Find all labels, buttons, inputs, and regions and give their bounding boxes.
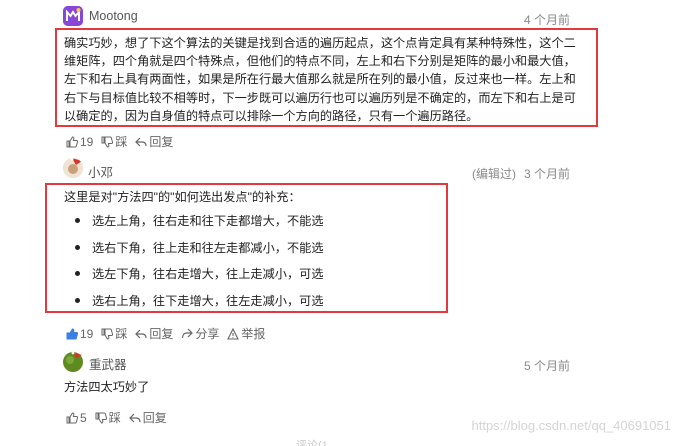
reply-icon xyxy=(135,137,147,146)
reply-button[interactable]: 回复 xyxy=(135,133,173,150)
comment-body: 确实巧妙，想了下这个算法的关键是找到合适的遍历起点，这个点肯定具有某种特殊性，这… xyxy=(64,36,576,123)
comment-time: 3 个月前 xyxy=(524,167,571,181)
reply-label: 回复 xyxy=(142,411,167,425)
reply-button[interactable]: 回复 xyxy=(135,325,173,342)
reply-button[interactable]: 回复 xyxy=(128,409,167,426)
list-item: 选右上角，往下走增大，往左走减小，可选 xyxy=(72,292,442,319)
reply-label: 回复 xyxy=(149,135,174,149)
comment-intro: 这里是对"方法四"的"如何选出发点"的补充： xyxy=(64,190,301,204)
comment-body: 方法四太巧妙了 xyxy=(64,380,150,394)
report-button[interactable]: 举报 xyxy=(227,325,265,342)
like-button[interactable]: 19 xyxy=(66,327,93,341)
like-count: 19 xyxy=(80,326,94,341)
avatar[interactable] xyxy=(63,351,83,372)
comment-username[interactable]: 重武器 xyxy=(89,354,127,373)
list-item: 选左下角，往右走增大，往上走减小，可选 xyxy=(72,265,442,292)
reply-icon xyxy=(128,413,141,422)
like-button[interactable]: 5 xyxy=(66,411,87,425)
comment-actions: 19 踩 回复 分享 举报 xyxy=(66,325,273,342)
watermark: https://blog.csdn.net/qq_40691051 xyxy=(471,418,672,433)
comment-actions: 5 踩 回复 xyxy=(66,409,175,426)
like-button[interactable]: 19 xyxy=(66,135,93,149)
bullet-list: 选左上角，往右走和往下走都增大，不能选 选右下角，往上走和往左走都减小，不能选 … xyxy=(72,212,442,318)
warning-icon xyxy=(227,327,240,340)
share-button[interactable]: 分享 xyxy=(181,325,219,342)
thumbs-up-icon xyxy=(66,411,78,423)
dislike-label: 踩 xyxy=(115,327,128,341)
reply-label: 回复 xyxy=(149,327,174,341)
comment-time: 4 个月前 xyxy=(524,13,571,27)
reply-icon xyxy=(135,329,147,338)
dislike-button[interactable]: 踩 xyxy=(95,409,121,426)
share-label: 分享 xyxy=(195,327,220,341)
thumbs-down-icon xyxy=(101,136,114,148)
comment-username[interactable]: Mootong xyxy=(89,9,138,23)
thumbs-up-icon xyxy=(66,135,78,147)
thumbs-down-icon xyxy=(101,328,114,340)
dislike-button[interactable]: 踩 xyxy=(101,325,127,342)
edited-label: (编辑过) xyxy=(472,167,516,181)
share-icon xyxy=(182,328,194,338)
dislike-label: 踩 xyxy=(115,135,128,149)
dislike-button[interactable]: 踩 xyxy=(101,133,127,150)
comment-username[interactable]: 小邓 xyxy=(88,162,113,181)
list-item: 选右下角，往上走和往左走都减小，不能选 xyxy=(72,239,442,266)
avatar[interactable] xyxy=(63,6,83,26)
thumbs-down-icon xyxy=(95,412,107,424)
mootong-logo-icon xyxy=(63,6,83,26)
report-label: 举报 xyxy=(241,327,266,341)
list-item: 选左上角，往右走和往下走都增大，不能选 xyxy=(72,212,442,239)
like-count: 19 xyxy=(80,134,94,149)
dislike-label: 踩 xyxy=(108,411,121,425)
comment-time: 5 个月前 xyxy=(524,359,571,373)
avatar[interactable] xyxy=(63,158,83,178)
user-avatar-icon xyxy=(63,158,83,178)
comment-actions: 19 踩 回复 xyxy=(66,133,181,150)
comments-footer: 评论(1 xyxy=(296,440,328,446)
user-avatar-icon xyxy=(63,351,83,372)
thumbs-up-icon xyxy=(66,327,78,339)
like-count: 5 xyxy=(80,410,87,425)
